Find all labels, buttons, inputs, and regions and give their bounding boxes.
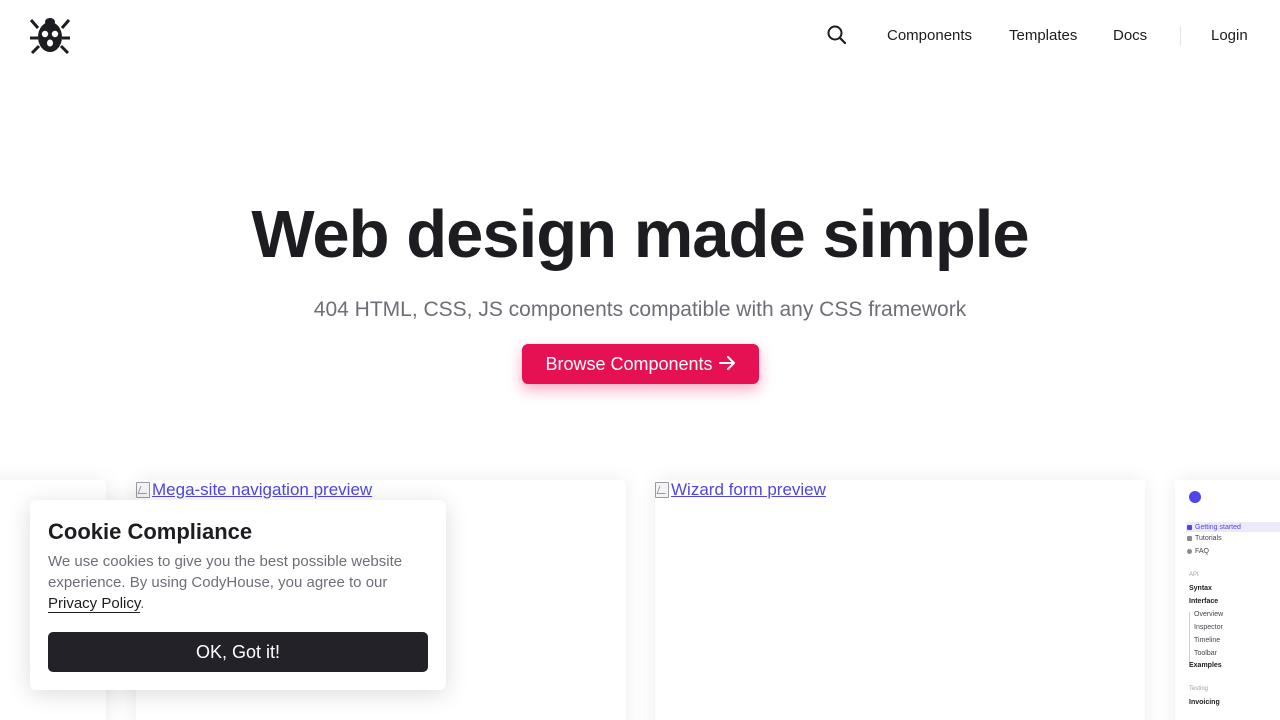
broken-image-icon [655,482,669,498]
accept-cookies-button[interactable]: OK, Got it! [48,632,428,672]
nav-components[interactable]: Components [887,27,972,44]
preview-card-wizard-form[interactable]: Wizard form preview [655,480,1145,720]
docs-preview-heading: Testing [1189,686,1209,692]
nav-docs[interactable]: Docs [1113,27,1147,44]
broken-image-icon [136,482,150,498]
browse-components-button[interactable]: Browse Components [522,344,759,384]
docs-preview-item-label: Tutorials [1195,535,1222,542]
book-icon [1187,524,1192,530]
docs-preview-item: Getting started [1186,522,1280,532]
cookie-message-text: We use cookies to give you the best poss… [48,553,403,591]
cookie-message: We use cookies to give you the best poss… [48,551,438,614]
docs-preview-indent-line [1189,612,1190,662]
nav-divider [1180,26,1181,46]
docs-preview-invoicing: Invoicing [1189,699,1220,706]
mega-site-navigation-preview-image[interactable]: Mega-site navigation preview [136,480,372,500]
docs-preview-interface: Interface [1189,598,1219,605]
wizard-form-preview-image[interactable]: Wizard form preview [655,480,826,500]
help-icon [1187,549,1192,554]
docs-preview-examples: Examples [1189,662,1222,669]
hero-subtitle: 404 HTML, CSS, JS components compatible … [313,298,967,321]
browse-components-label: Browse Components [545,353,713,374]
docs-preview-item: FAQ [1187,548,1209,555]
nav-templates[interactable]: Templates [1009,27,1077,44]
arrow-right-icon [718,355,736,373]
docs-preview-item: Tutorials [1187,535,1222,542]
nav-login[interactable]: Login [1211,27,1248,44]
cookie-consent-dialog: Cookie Compliance We use cookies to give… [30,500,446,690]
docs-preview-syntax: Syntax [1189,585,1212,592]
docs-preview-heading: API [1189,572,1199,578]
docs-preview-subitem: Overview [1194,611,1224,618]
search-icon[interactable] [824,22,850,48]
mega-site-navigation-alt-text: Mega-site navigation preview [152,480,373,499]
cookie-title: Cookie Compliance [48,519,253,544]
docs-preview-subitem: Toolbar [1194,650,1217,657]
docs-preview-subitem: Timeline [1194,637,1221,644]
docs-preview-subitem: Inspector [1194,624,1223,631]
codyhouse-logo-icon[interactable] [29,16,71,55]
site-header: Components Templates Docs Login [0,0,1280,72]
list-icon [1187,536,1192,541]
privacy-policy-link[interactable]: Privacy Policy [48,595,141,613]
preview-card-docs[interactable]: Getting started Tutorials FAQ API Syntax… [1175,480,1280,720]
wizard-form-alt-text: Wizard form preview [671,480,826,499]
docs-preview-logo-dot [1189,491,1201,503]
cookie-message-end: . [140,595,145,612]
docs-preview-item-label: FAQ [1195,548,1210,555]
hero-title: Web design made simple [251,197,1029,272]
docs-preview-item-label: Getting started [1195,523,1241,531]
